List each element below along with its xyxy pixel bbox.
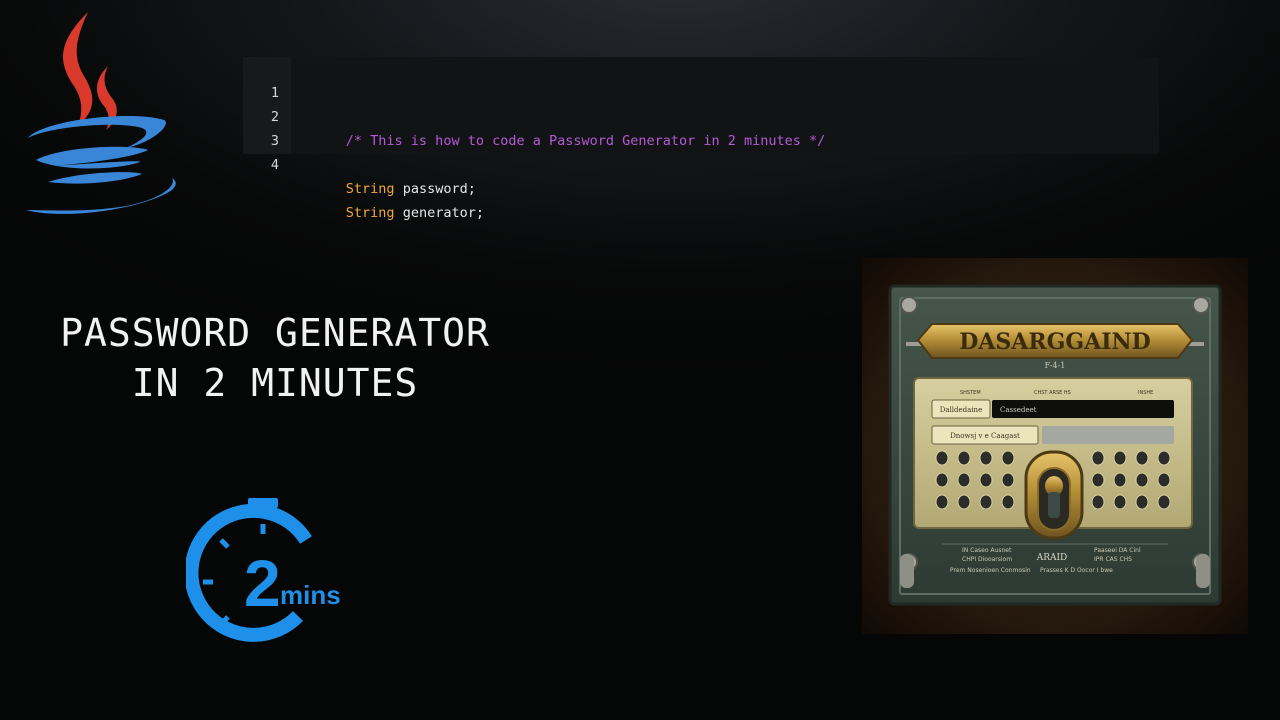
code-line: 3 String password; xyxy=(243,105,1159,197)
title-line-1: PASSWORD GENERATOR xyxy=(60,311,490,355)
footer-center-label: ARAID xyxy=(1036,553,1068,563)
code-line: 2 xyxy=(243,81,1159,125)
title-line-2: IN 2 MINUTES xyxy=(131,361,419,405)
code-editor: 1 /* This is how to code a Password Gene… xyxy=(243,57,1159,221)
footer-label: Prasses K D Oocor I bwe xyxy=(1040,567,1113,574)
stopwatch-2-mins-icon: 2 mins xyxy=(186,498,341,642)
plate-subtext: F-4-1 xyxy=(1045,361,1066,370)
footer-label: IPR CAS CHS xyxy=(1094,556,1132,563)
code-line: 4 String generator; xyxy=(243,129,1159,221)
footer-label: Prem Nosenioen Conmosin xyxy=(950,567,1031,574)
code-type-keyword: String xyxy=(345,205,395,221)
java-logo-icon xyxy=(26,12,176,214)
panel-header-label: SHSTEM xyxy=(960,390,981,396)
footer-label: CHPI Diooarsiom xyxy=(962,556,1012,563)
field-label: Dnowsj v e Caagast xyxy=(950,432,1020,440)
panel-header-label: CHST ARSE HS xyxy=(1034,390,1071,396)
plate-text: DASARGGAIND xyxy=(959,329,1151,355)
line-number: 4 xyxy=(270,157,279,173)
panel-header-label: INSHE xyxy=(1138,390,1153,396)
field-label: Dalldedaine xyxy=(940,406,982,414)
field-value: Cassedeet xyxy=(1000,406,1037,414)
timer-unit: mins xyxy=(280,580,341,610)
video-title: PASSWORD GENERATOR IN 2 MINUTES xyxy=(40,308,510,408)
code-line: 1 /* This is how to code a Password Gene… xyxy=(243,57,1159,149)
code-identifier: generator; xyxy=(394,205,484,221)
footer-label: Paaseei DA Cinl xyxy=(1094,547,1141,554)
timer-number: 2 xyxy=(244,546,281,620)
safe-illustration: DASARGGAIND F-4-1 SHSTEM CHST ARSE HS IN… xyxy=(862,258,1248,634)
footer-label: IN Caseo Ausnet xyxy=(962,547,1012,554)
